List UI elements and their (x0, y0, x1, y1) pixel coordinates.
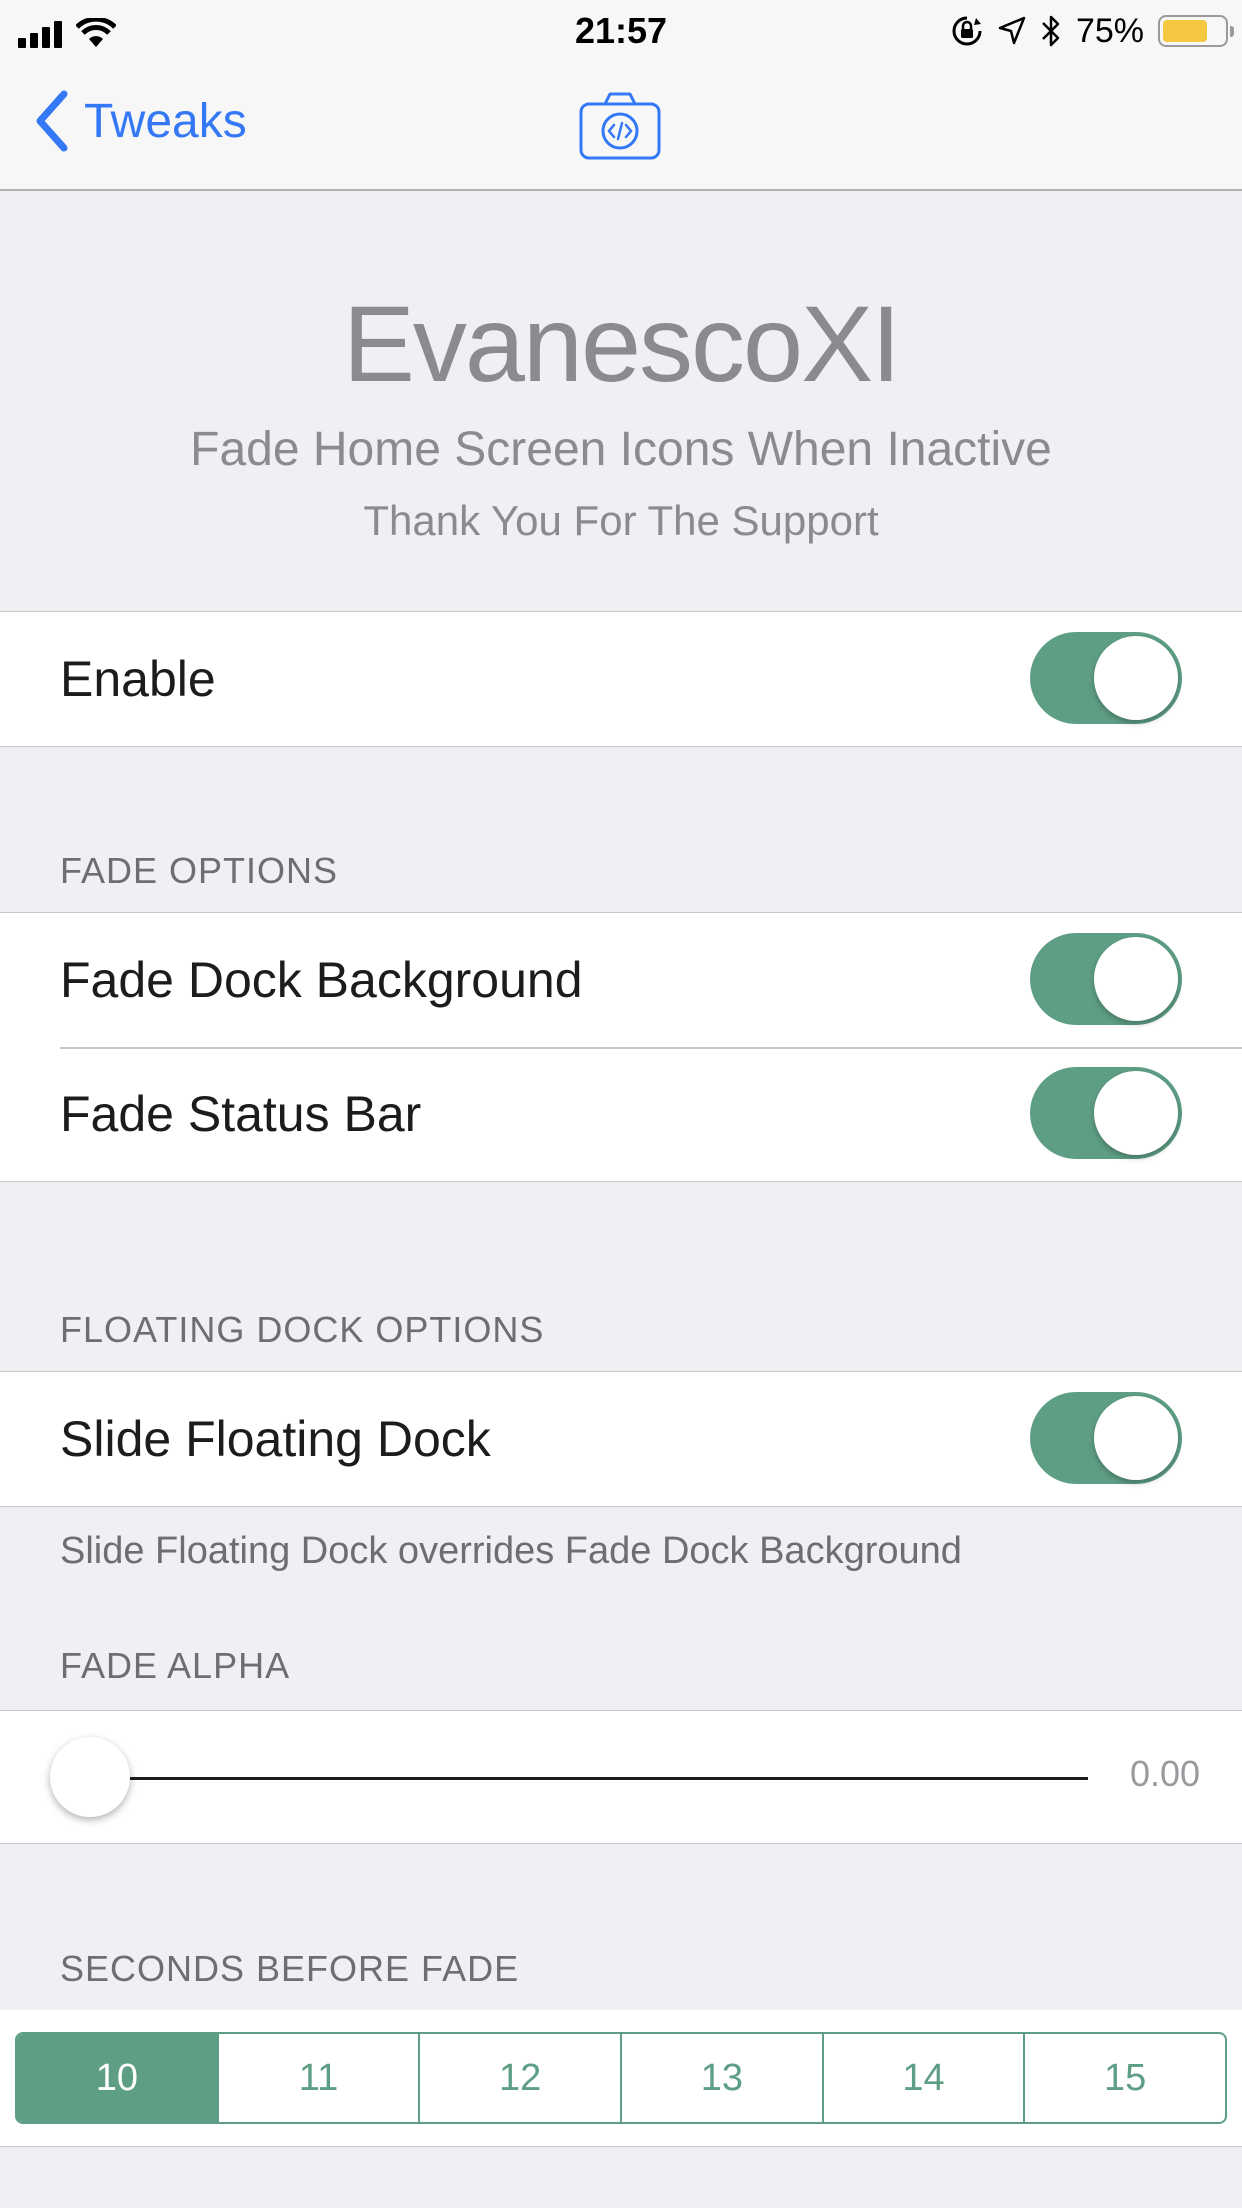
seconds-before-fade-header: SECONDS BEFORE FADE (60, 1948, 520, 1989)
fade-status-bar-row: Fade Status Bar (0, 1047, 1242, 1181)
seconds-option-11[interactable]: 11 (216, 2034, 419, 2122)
seconds-option-13[interactable]: 13 (620, 2034, 822, 2122)
enable-label: Enable (60, 651, 216, 707)
fade-alpha-header: FADE ALPHA (60, 1645, 291, 1686)
battery-fill (1163, 20, 1207, 42)
fade-status-bar-toggle[interactable] (1030, 1067, 1182, 1159)
floating-dock-footer: Slide Floating Dock overrides Fade Dock … (60, 1530, 962, 1572)
back-button[interactable]: Tweaks (34, 90, 247, 152)
status-bar: 21:57 75% (0, 0, 1242, 60)
battery-percent: 75% (1075, 11, 1144, 50)
fade-alpha-value: 0.00 (1130, 1753, 1200, 1794)
seconds-segmented-control: 10 11 12 13 14 15 (15, 2032, 1227, 2124)
floating-dock-group: Slide Floating Dock (0, 1371, 1242, 1507)
back-button-label: Tweaks (84, 94, 247, 148)
fade-dock-background-row: Fade Dock Background (0, 913, 1242, 1047)
toggle-knob (1094, 1396, 1178, 1480)
slide-floating-dock-row: Slide Floating Dock (0, 1372, 1242, 1506)
seconds-option-10[interactable]: 10 (17, 2034, 217, 2122)
camera-code-icon[interactable] (578, 90, 662, 162)
orientation-lock-icon (952, 16, 982, 46)
fade-dock-background-toggle[interactable] (1030, 933, 1182, 1025)
status-bar-right: 75% (950, 11, 1234, 50)
navigation-bar: Tweaks (0, 60, 1242, 191)
toggle-knob (1094, 937, 1178, 1021)
enable-group: Enable (0, 611, 1242, 747)
fade-options-header: FADE OPTIONS (60, 850, 339, 891)
seconds-before-fade-group: 10 11 12 13 14 15 (0, 2010, 1242, 2147)
fade-alpha-slider-track[interactable] (90, 1777, 1088, 1780)
fade-options-group: Fade Dock Background Fade Status Bar (0, 912, 1242, 1182)
fade-status-bar-label: Fade Status Bar (60, 1086, 422, 1142)
enable-toggle[interactable] (1030, 632, 1182, 724)
slide-floating-dock-label: Slide Floating Dock (60, 1411, 491, 1467)
floating-dock-options-header: FLOATING DOCK OPTIONS (60, 1309, 545, 1350)
chevron-left-icon (36, 90, 68, 152)
fade-alpha-group: 0.00 (0, 1710, 1242, 1844)
bluetooth-icon (1042, 15, 1060, 47)
enable-row: Enable (0, 612, 1242, 746)
seconds-option-14[interactable]: 14 (821, 2034, 1024, 2122)
thanks-text: Thank You For The Support (363, 497, 879, 544)
fade-alpha-slider-thumb[interactable] (50, 1737, 130, 1817)
fade-dock-background-label: Fade Dock Background (60, 952, 583, 1008)
preferences-header: EvanescoXI Fade Home Screen Icons When I… (0, 191, 1242, 611)
toggle-knob (1094, 1071, 1178, 1155)
seconds-option-15[interactable]: 15 (1023, 2034, 1225, 2122)
battery-icon (1158, 15, 1234, 47)
seconds-option-12[interactable]: 12 (418, 2034, 620, 2122)
page-title: EvanescoXI (342, 283, 901, 404)
slide-floating-dock-toggle[interactable] (1030, 1392, 1182, 1484)
page-subtitle: Fade Home Screen Icons When Inactive (190, 423, 1052, 476)
location-icon (998, 16, 1026, 45)
toggle-knob (1094, 636, 1178, 720)
battery-tip (1230, 26, 1234, 37)
